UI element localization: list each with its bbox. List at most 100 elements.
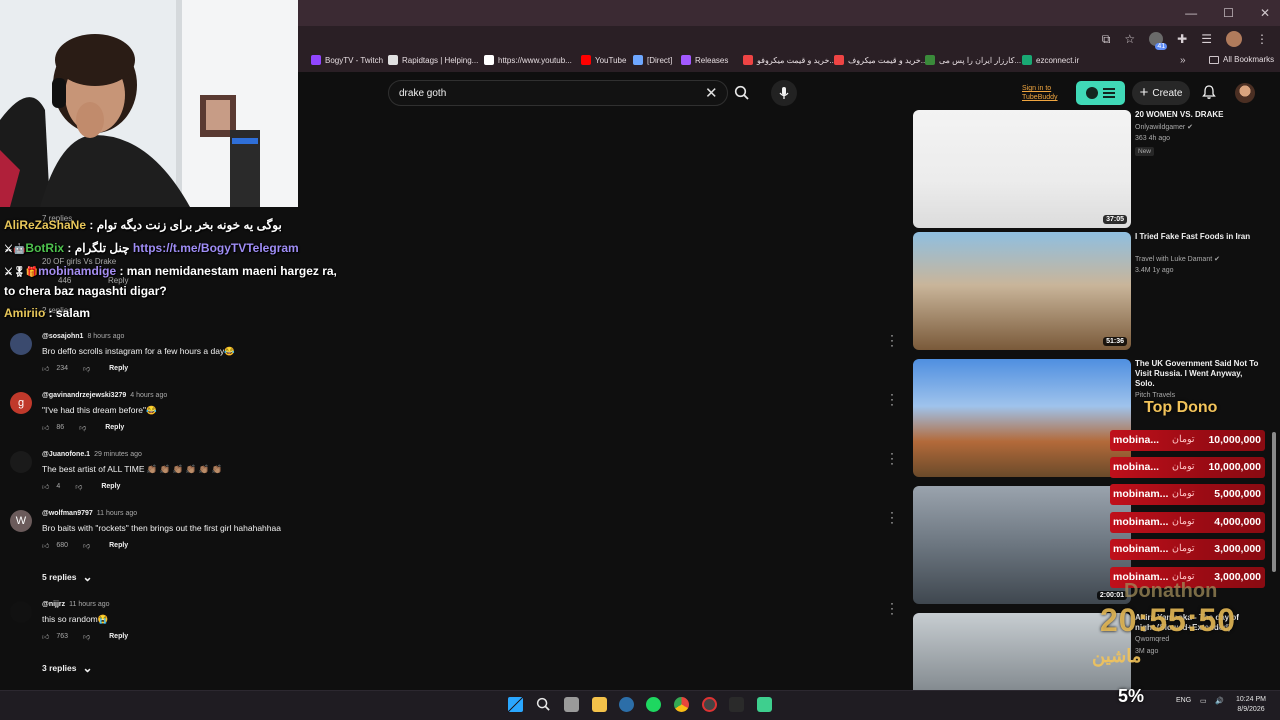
windows-start-icon[interactable] (508, 697, 523, 712)
speaker-icon[interactable]: 🔊 (1215, 697, 1224, 705)
like-icon[interactable]: 👍︎ (42, 423, 49, 432)
video-channel[interactable]: Travel with Luke Damant ✔ (1135, 255, 1220, 263)
video-thumbnail[interactable] (913, 359, 1131, 477)
bookmark-item[interactable]: YouTube (581, 55, 626, 65)
video-title[interactable]: The UK Government Said Not To Visit Russ… (1135, 359, 1260, 389)
language-indicator[interactable]: ENG (1176, 697, 1191, 704)
file-explorer-icon[interactable] (592, 697, 607, 712)
create-button[interactable]: + Create (1132, 81, 1190, 105)
bookmarks-overflow-chevron[interactable]: » (1180, 55, 1186, 66)
voice-search-button[interactable] (771, 80, 797, 106)
comment-avatar[interactable] (10, 333, 32, 355)
bookmark-item[interactable]: خرید و قیمت میکروف... (834, 55, 927, 65)
system-clock[interactable]: 10:24 PM 8/9/2026 (1236, 695, 1266, 715)
close-window-icon[interactable]: ✕ (1260, 6, 1270, 20)
comment-author[interactable]: @wolfman9797 (42, 510, 93, 517)
comment-time[interactable]: 8 hours ago (87, 333, 124, 340)
dislike-icon[interactable]: 👎︎ (75, 482, 82, 491)
video-title[interactable]: I Tried Fake Fast Foods in Iran (1135, 232, 1260, 242)
video-channel[interactable]: Pitch Travels (1135, 392, 1175, 399)
dislike-icon[interactable]: 👎︎ (83, 364, 90, 373)
comment-menu-icon[interactable]: · · · (890, 506, 894, 528)
reply-button[interactable]: Reply (105, 424, 124, 431)
notifications-button[interactable] (1201, 84, 1217, 105)
comment-avatar[interactable] (10, 451, 32, 473)
bookmark-item[interactable]: https://www.youtub... (484, 55, 572, 65)
vscode-icon[interactable] (619, 697, 634, 712)
app-arrow-icon[interactable] (757, 697, 772, 712)
comment-time[interactable]: 4 hours ago (130, 392, 167, 399)
tab-search-icon[interactable]: ☰ (1201, 32, 1212, 46)
all-bookmarks-button[interactable]: All Bookmarks (1209, 55, 1274, 64)
chrome-icon[interactable] (674, 697, 689, 712)
chat-username[interactable]: Amiriio (4, 306, 45, 320)
comment-time[interactable]: 29 minutes ago (94, 451, 142, 458)
comment-time[interactable]: 11 hours ago (69, 601, 109, 608)
comment-menu-icon[interactable]: · · · (890, 447, 894, 469)
bookmark-item[interactable]: خرید و قیمت میکروفو... (743, 55, 836, 65)
maximize-icon[interactable]: ☐ (1223, 6, 1234, 20)
spotify-icon[interactable] (646, 697, 661, 712)
search-input[interactable]: drake goth (388, 80, 728, 106)
extension-icon[interactable]: 41 (1149, 32, 1168, 50)
extensions-puzzle-icon[interactable]: ✚ (1177, 32, 1187, 46)
bookmark-item[interactable]: کارزار ایران را پس می... (925, 55, 1021, 65)
bookmark-item[interactable]: Releases (681, 55, 728, 65)
bookmark-item[interactable]: ezconnect.ir (1022, 55, 1079, 65)
clear-search-icon[interactable]: ✕ (705, 84, 718, 102)
comment-time[interactable]: 11 hours ago (97, 510, 137, 517)
comment-avatar[interactable] (10, 601, 32, 623)
comment-avatar[interactable]: W (10, 510, 32, 532)
search-button[interactable] (730, 82, 754, 104)
account-avatar[interactable] (1235, 83, 1255, 103)
view-replies-button[interactable]: 5 replies ⌄ (42, 571, 93, 583)
chat-username[interactable]: mobinamdige (38, 264, 116, 278)
comment-menu-icon[interactable]: · · · (890, 329, 894, 351)
chat-username[interactable]: AliReZaShaNe (4, 218, 86, 232)
video-title[interactable]: 20 WOMEN VS. DRAKE (1135, 110, 1260, 120)
comment-author[interactable]: @gavinandrzejewski3279 (42, 392, 126, 399)
chat-username[interactable]: BotRix (25, 241, 64, 255)
bookmark-star-icon[interactable]: ☆ (1124, 32, 1135, 46)
browser-menu-icon[interactable]: ⋮ (1256, 32, 1268, 46)
video-thumbnail[interactable]: 51:36 (913, 232, 1131, 350)
chat-link[interactable]: https://t.me/BogyTVTelegram (133, 241, 299, 255)
obs-icon[interactable] (702, 697, 717, 712)
tubebuddy-menu-button[interactable] (1076, 81, 1125, 105)
task-view-icon[interactable] (564, 697, 579, 712)
video-thumbnail[interactable]: 2:00:01 (913, 486, 1131, 604)
reply-button[interactable]: Reply (101, 483, 120, 490)
dislike-icon[interactable]: 👎︎ (83, 541, 90, 550)
browser-profile-avatar[interactable] (1226, 31, 1242, 47)
like-icon[interactable]: 👍︎ (42, 482, 49, 491)
page-scrollbar[interactable] (1272, 432, 1276, 572)
related-video-item[interactable]: 51:36 I Tried Fake Fast Foods in Iran Trav… (913, 232, 1273, 350)
tubebuddy-signin-link[interactable]: Sign in to TubeBuddy (1022, 84, 1058, 102)
install-app-icon[interactable]: ⧉ (1102, 32, 1111, 47)
bookmark-item[interactable]: Rapidtags | Helping... (388, 55, 478, 65)
network-icon[interactable]: ▭ (1200, 697, 1207, 705)
view-replies-button[interactable]: 3 replies ⌄ (42, 662, 93, 674)
comment-author[interactable]: @nijjrz (42, 601, 65, 608)
like-icon[interactable]: 👍︎ (42, 364, 49, 373)
video-thumbnail[interactable]: 37:05 (913, 110, 1131, 228)
taskbar-search-icon[interactable] (536, 697, 551, 712)
comment-author[interactable]: @Juanofone.1 (42, 451, 90, 458)
reply-button[interactable]: Reply (109, 365, 128, 372)
bookmark-item[interactable]: BogyTV - Twitch (311, 55, 383, 65)
like-icon[interactable]: 👍︎ (42, 541, 49, 550)
minimize-icon[interactable]: — (1185, 6, 1197, 20)
comment-avatar[interactable]: g (10, 392, 32, 414)
reply-button[interactable]: Reply (109, 633, 128, 640)
dislike-icon[interactable]: 👎︎ (83, 632, 90, 641)
bookmark-item[interactable]: [Direct] (633, 55, 672, 65)
dislike-icon[interactable]: 👎︎ (79, 423, 86, 432)
like-icon[interactable]: 👍︎ (42, 632, 49, 641)
comment-author[interactable]: @sosajohn1 (42, 333, 83, 340)
video-channel[interactable]: Onlyawildgamer ✔ (1135, 123, 1193, 131)
comment-menu-icon[interactable]: · · · (890, 388, 894, 410)
comment-menu-icon[interactable]: · · · (890, 597, 894, 619)
reply-button[interactable]: Reply (109, 542, 128, 549)
related-video-item[interactable]: 37:05 20 WOMEN VS. DRAKE Onlyawildgamer ✔ 3… (913, 110, 1273, 228)
app-g-icon[interactable] (729, 697, 744, 712)
